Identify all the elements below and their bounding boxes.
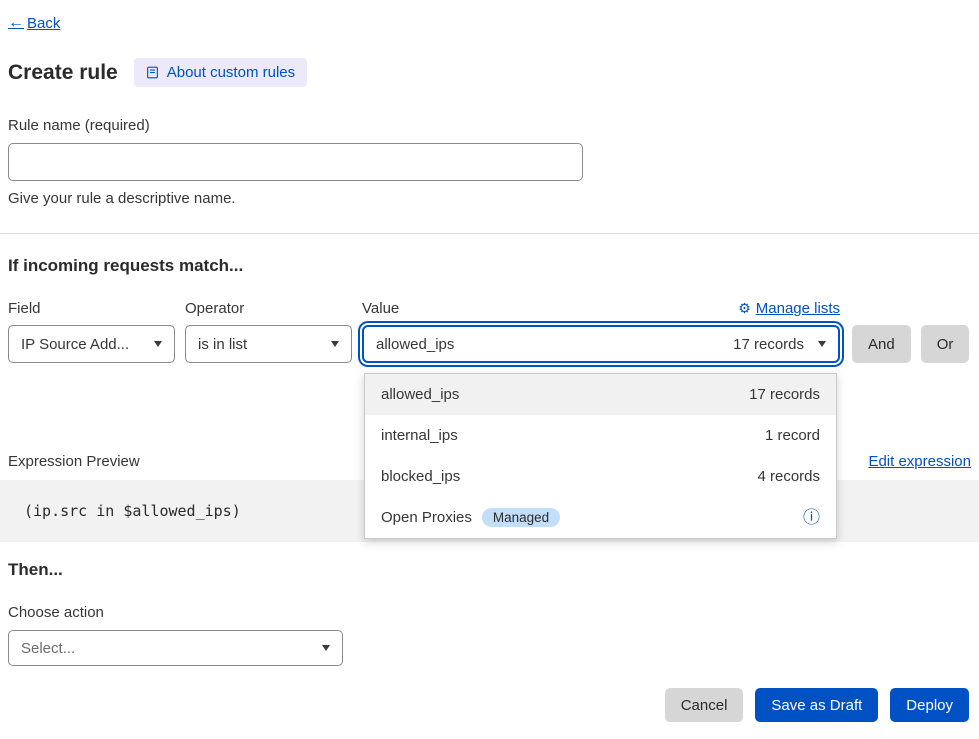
value-column-header: Value ⚙ Manage lists bbox=[362, 300, 840, 317]
action-select[interactable]: Select... bbox=[8, 630, 343, 666]
dropdown-item-allowed-ips[interactable]: allowed_ips 17 records bbox=[365, 374, 836, 415]
deploy-button[interactable]: Deploy bbox=[890, 688, 969, 722]
value-select-value: allowed_ips bbox=[376, 336, 454, 353]
page-title: Create rule bbox=[8, 61, 118, 85]
dropdown-item-meta: 1 record bbox=[765, 427, 820, 444]
arrow-left-icon: ← bbox=[8, 14, 24, 32]
dropdown-item-open-proxies[interactable]: Open Proxies Managed ⓘ bbox=[365, 497, 836, 538]
rule-name-input[interactable] bbox=[8, 143, 583, 181]
info-icon[interactable]: ⓘ bbox=[803, 509, 820, 526]
about-custom-rules-label: About custom rules bbox=[167, 64, 295, 81]
edit-expression-link[interactable]: Edit expression bbox=[868, 453, 971, 470]
back-link[interactable]: ← Back bbox=[8, 14, 60, 32]
book-icon bbox=[146, 66, 159, 79]
dropdown-item-name: Open Proxies bbox=[381, 509, 472, 526]
value-select-wrap: allowed_ips 17 records allowed_ips 17 re… bbox=[362, 325, 840, 363]
value-select-right: 17 records bbox=[733, 336, 826, 353]
chevron-down-icon bbox=[154, 341, 162, 347]
match-labels-row: Field Operator Value ⚙ Manage lists bbox=[8, 300, 979, 317]
value-dropdown-menu: allowed_ips 17 records internal_ips 1 re… bbox=[364, 373, 837, 539]
operator-column-label: Operator bbox=[185, 300, 352, 317]
rule-name-helper-text: Give your rule a descriptive name. bbox=[8, 190, 979, 207]
manage-lists-label: Manage lists bbox=[756, 300, 840, 317]
chevron-down-icon bbox=[331, 341, 339, 347]
dropdown-item-left: Open Proxies Managed bbox=[381, 508, 560, 527]
section-divider bbox=[0, 233, 979, 234]
dropdown-item-name: blocked_ips bbox=[381, 468, 460, 485]
about-custom-rules-link[interactable]: About custom rules bbox=[134, 58, 307, 87]
choose-action-label: Choose action bbox=[8, 604, 979, 621]
value-column-label: Value bbox=[362, 300, 399, 317]
dropdown-item-meta: 17 records bbox=[749, 386, 820, 403]
chevron-down-icon bbox=[818, 341, 826, 347]
manage-lists-link[interactable]: ⚙ Manage lists bbox=[738, 300, 840, 317]
action-select-placeholder: Select... bbox=[21, 640, 75, 657]
gear-icon: ⚙ bbox=[738, 300, 751, 317]
field-select-value: IP Source Add... bbox=[21, 336, 129, 353]
dropdown-item-blocked-ips[interactable]: blocked_ips 4 records bbox=[365, 456, 836, 497]
expression-code: (ip.src in $allowed_ips) bbox=[24, 502, 241, 520]
cancel-button[interactable]: Cancel bbox=[665, 688, 744, 722]
chevron-down-icon bbox=[322, 645, 330, 651]
rule-name-label: Rule name (required) bbox=[8, 117, 979, 134]
or-button[interactable]: Or bbox=[921, 325, 970, 363]
operator-select[interactable]: is in list bbox=[185, 325, 352, 363]
expression-preview-label: Expression Preview bbox=[8, 453, 140, 470]
dropdown-item-internal-ips[interactable]: internal_ips 1 record bbox=[365, 415, 836, 456]
dropdown-item-name: allowed_ips bbox=[381, 386, 459, 403]
save-as-draft-button[interactable]: Save as Draft bbox=[755, 688, 878, 722]
dropdown-item-meta: 4 records bbox=[757, 468, 820, 485]
footer-actions: Cancel Save as Draft Deploy bbox=[0, 688, 969, 722]
field-select[interactable]: IP Source Add... bbox=[8, 325, 175, 363]
field-column-label: Field bbox=[8, 300, 175, 317]
and-button[interactable]: And bbox=[852, 325, 911, 363]
managed-badge: Managed bbox=[482, 508, 560, 527]
value-select-meta: 17 records bbox=[733, 336, 804, 353]
then-section-title: Then... bbox=[8, 560, 979, 580]
dropdown-item-name: internal_ips bbox=[381, 427, 458, 444]
match-section-title: If incoming requests match... bbox=[8, 256, 979, 276]
create-rule-page: ← Back Create rule About custom rules Ru… bbox=[0, 0, 979, 739]
value-select[interactable]: allowed_ips 17 records bbox=[362, 325, 840, 363]
operator-select-value: is in list bbox=[198, 336, 247, 353]
title-row: Create rule About custom rules bbox=[8, 58, 979, 87]
match-controls-row: IP Source Add... is in list allowed_ips … bbox=[8, 325, 979, 363]
back-link-label: Back bbox=[27, 15, 60, 32]
